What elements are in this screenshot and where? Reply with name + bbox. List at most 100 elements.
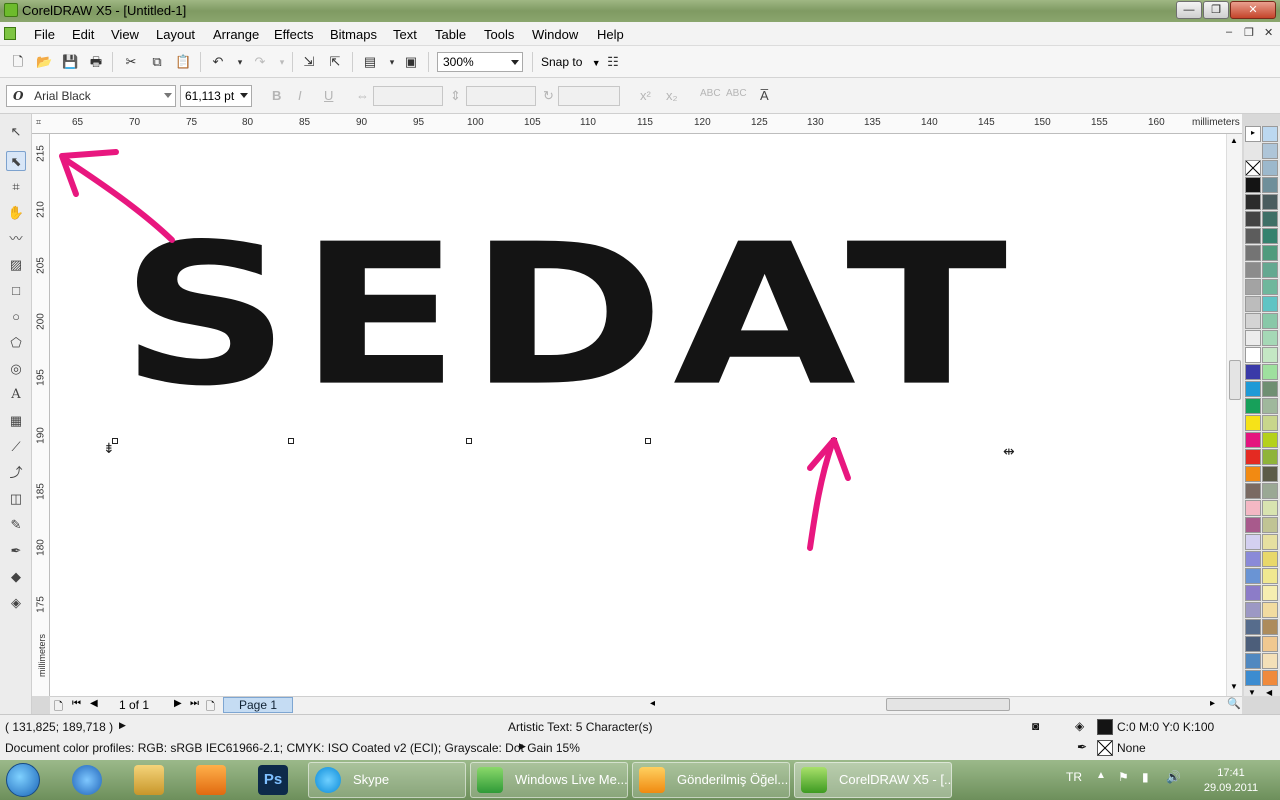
doc-restore-icon[interactable]: ❐: [1244, 26, 1254, 39]
color-swatch[interactable]: [1262, 415, 1278, 431]
color-swatch[interactable]: [1245, 534, 1261, 550]
color-swatch[interactable]: [1262, 670, 1278, 686]
table-tool-icon[interactable]: ▦: [6, 411, 26, 431]
palette-scroll-down-icon[interactable]: ▼: [1248, 688, 1256, 697]
network-icon[interactable]: ▮: [1142, 770, 1149, 784]
text-properties-icon[interactable]: A̅: [760, 88, 769, 103]
show-hidden-icons[interactable]: ▲: [1096, 770, 1106, 781]
menu-arrange[interactable]: Arrange: [213, 27, 259, 42]
color-proof-icon[interactable]: ◙: [1032, 719, 1039, 733]
open-icon[interactable]: 📂: [36, 54, 52, 70]
color-swatch[interactable]: [1262, 517, 1278, 533]
subscript-icon[interactable]: x₂: [666, 88, 678, 103]
color-swatch[interactable]: [1245, 466, 1261, 482]
color-swatch[interactable]: [1262, 330, 1278, 346]
smart-fill-tool-icon[interactable]: ▨: [6, 255, 26, 275]
ruler-origin-icon[interactable]: ⌗: [36, 117, 41, 128]
color-swatch[interactable]: [1245, 415, 1261, 431]
last-page-icon[interactable]: ⏭: [190, 698, 199, 709]
color-swatch[interactable]: [1245, 670, 1261, 686]
blend-tool-icon[interactable]: ◫: [6, 489, 26, 509]
menu-file[interactable]: File: [34, 27, 55, 42]
pan-tool-icon[interactable]: ✋: [6, 203, 26, 223]
color-swatch[interactable]: [1245, 398, 1261, 414]
color-swatch[interactable]: [1262, 211, 1278, 227]
color-swatch[interactable]: [1245, 347, 1261, 363]
color-swatch[interactable]: [1245, 619, 1261, 635]
color-swatch[interactable]: [1262, 636, 1278, 652]
color-swatch[interactable]: [1245, 551, 1261, 567]
vertical-scroll-thumb[interactable]: [1229, 360, 1241, 400]
profiles-expand-icon[interactable]: ▶: [519, 741, 526, 752]
color-swatch[interactable]: [1262, 126, 1278, 142]
color-swatch[interactable]: [1262, 398, 1278, 414]
menu-effects[interactable]: Effects: [274, 27, 314, 42]
color-swatch[interactable]: [1245, 330, 1261, 346]
menu-edit[interactable]: Edit: [72, 27, 94, 42]
color-swatch[interactable]: [1262, 245, 1278, 261]
file-explorer-icon[interactable]: [134, 765, 164, 795]
polygon-tool-icon[interactable]: ⬠: [6, 333, 26, 353]
media-player-icon[interactable]: [196, 765, 226, 795]
shape-tool-icon[interactable]: ⬉: [6, 151, 26, 171]
color-swatch[interactable]: [1245, 279, 1261, 295]
color-swatch[interactable]: [1262, 143, 1278, 159]
palette-menu-icon[interactable]: ▸: [1245, 126, 1261, 142]
vertical-ruler[interactable]: 215 210 205 200 195 190 185 180 175 mill…: [32, 134, 50, 696]
redo-icon[interactable]: ↷: [252, 54, 268, 70]
undo-dropdown-icon[interactable]: ▾: [232, 54, 248, 70]
color-swatch[interactable]: [1245, 432, 1261, 448]
first-page-icon[interactable]: ⏮: [72, 698, 81, 709]
doc-close-icon[interactable]: ✕: [1264, 26, 1273, 39]
cut-icon[interactable]: ✂: [123, 54, 139, 70]
publish-pdf-icon[interactable]: ▤: [362, 54, 378, 70]
font-size-select[interactable]: 61,113 pt: [180, 85, 252, 107]
drawing-canvas[interactable]: SEDAT ⇟ ⇹: [50, 134, 1226, 696]
color-swatch[interactable]: [1262, 500, 1278, 516]
color-swatch[interactable]: [1245, 194, 1261, 210]
superscript-icon[interactable]: x²: [640, 88, 651, 103]
color-swatch[interactable]: [1262, 177, 1278, 193]
color-swatch[interactable]: [1262, 619, 1278, 635]
pick-tool-icon[interactable]: ↖: [6, 122, 26, 142]
doc-minimize-icon[interactable]: –: [1226, 26, 1232, 38]
color-swatch[interactable]: [1245, 653, 1261, 669]
scroll-up-icon[interactable]: ▲: [1230, 136, 1238, 145]
color-swatch[interactable]: [1245, 381, 1261, 397]
menu-bitmaps[interactable]: Bitmaps: [330, 27, 377, 42]
scroll-right-icon[interactable]: ▸: [1210, 698, 1215, 709]
color-swatch[interactable]: [1262, 160, 1278, 176]
menu-tools[interactable]: Tools: [484, 27, 514, 42]
no-fill-swatch[interactable]: [1245, 160, 1261, 176]
font-list-select[interactable]: O Arial Black: [6, 85, 176, 107]
scroll-left-icon[interactable]: ◂: [650, 698, 655, 709]
color-swatch[interactable]: [1245, 364, 1261, 380]
menu-text[interactable]: Text: [393, 27, 417, 42]
menu-window[interactable]: Window: [532, 27, 578, 42]
system-clock[interactable]: 17:41 29.09.2011: [1196, 766, 1266, 796]
page-tab[interactable]: Page 1: [223, 697, 293, 713]
color-swatch[interactable]: [1262, 466, 1278, 482]
document-icon[interactable]: [4, 27, 16, 40]
freehand-tool-icon[interactable]: 〰: [6, 229, 26, 249]
photoshop-icon[interactable]: Ps: [258, 765, 288, 795]
color-swatch[interactable]: [1245, 500, 1261, 516]
action-center-icon[interactable]: ⚑: [1118, 770, 1129, 784]
horizontal-scroll-thumb[interactable]: [886, 698, 1010, 711]
color-swatch[interactable]: [1245, 177, 1261, 193]
horizontal-ruler[interactable]: ⌗ 65 70 75 80 85 90 95 100 105 110 115 1…: [32, 114, 1242, 134]
color-swatch[interactable]: [1262, 364, 1278, 380]
options-icon[interactable]: ☷: [605, 54, 621, 70]
fill-color-swatch[interactable]: [1097, 719, 1113, 735]
menu-view[interactable]: View: [111, 27, 139, 42]
crop-tool-icon[interactable]: ⌗: [6, 177, 26, 197]
color-swatch[interactable]: [1245, 568, 1261, 584]
language-indicator[interactable]: TR: [1066, 770, 1082, 784]
taskbar-item-live-messenger[interactable]: Windows Live Me...: [470, 762, 628, 798]
color-swatch[interactable]: [1262, 602, 1278, 618]
outline-pen-tool-icon[interactable]: ✒: [6, 541, 26, 561]
color-swatch[interactable]: [1262, 194, 1278, 210]
color-swatch[interactable]: [1262, 568, 1278, 584]
eyedropper-tool-icon[interactable]: ✎: [6, 515, 26, 535]
color-swatch[interactable]: [1262, 653, 1278, 669]
